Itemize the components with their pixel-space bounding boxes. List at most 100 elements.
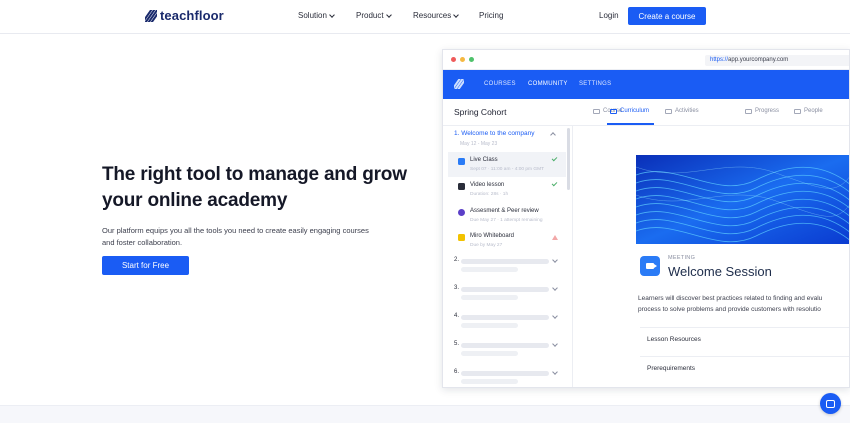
close-dot-icon — [451, 57, 456, 62]
app-tab-courses[interactable]: COURSES — [484, 81, 516, 87]
lesson-video[interactable]: Video lesson Duration: 28s · 1h — [448, 177, 566, 202]
course-icon — [593, 108, 600, 114]
accordion-lesson-resources[interactable]: Lesson Resources — [640, 327, 849, 351]
create-course-button[interactable]: Create a course — [628, 7, 706, 25]
description-line: process to solve problems and provide cu… — [638, 306, 821, 313]
lesson-meta: Duration: 28s · 1h — [470, 192, 509, 197]
divider — [572, 126, 573, 387]
tab-curriculum-label: Curriculum — [620, 108, 650, 114]
module-1-date: May 12 - May 23 — [460, 141, 498, 147]
lesson-meta: Sept 07 · 11:00 am - 4:00 pm GMT — [470, 167, 545, 172]
lesson-assessment[interactable]: Assesment & Peer review Due May 27 · 1 a… — [448, 203, 566, 228]
tab-progress-label: Progress — [755, 108, 780, 114]
activities-icon — [665, 108, 672, 114]
next-section-band — [0, 405, 850, 423]
start-free-button[interactable]: Start for Free — [102, 256, 189, 275]
people-icon — [794, 108, 801, 114]
nav-pricing-label: Pricing — [479, 11, 504, 20]
session-description: Learners will discover best practices re… — [638, 293, 849, 315]
nav-solution-label: Solution — [298, 11, 327, 20]
module-row[interactable]: 4. — [454, 313, 566, 333]
warning-icon — [552, 235, 558, 240]
checkmark-icon — [551, 155, 558, 162]
maximize-dot-icon — [469, 57, 474, 62]
lesson-live-class[interactable]: Live Class Sept 07 · 11:00 am - 4:00 pm … — [448, 152, 566, 177]
url-bar: https://app.yourcompany.com — [705, 55, 849, 66]
module-row[interactable]: 3. — [454, 285, 566, 305]
lesson-meta: Due by May 27 — [470, 243, 503, 248]
nav-solution[interactable]: Solution — [298, 11, 335, 20]
accordion-label: Lesson Resources — [647, 336, 701, 343]
hero-subtitle: Our platform equips you all the tools yo… — [102, 226, 369, 247]
lesson-name: Video lesson — [470, 182, 505, 188]
chat-support-button[interactable] — [820, 393, 841, 414]
logo-text: teachfloor — [160, 8, 224, 23]
zoom-meeting-icon — [640, 256, 660, 276]
top-nav: teachfloor Solution Product Resources Pr… — [0, 0, 850, 34]
nav-product-label: Product — [356, 11, 384, 20]
nav-pricing[interactable]: Pricing — [479, 11, 503, 20]
app-preview-mockup: https://app.yourcompany.com COURSES COMM… — [442, 49, 850, 388]
tab-curriculum[interactable]: Curriculum — [610, 108, 649, 114]
video-camera-icon — [458, 158, 465, 165]
session-banner-image — [636, 155, 849, 244]
module-number: 2. — [454, 257, 460, 263]
chevron-down-icon — [385, 11, 392, 18]
hero-title: The right tool to manage and grow your o… — [102, 164, 407, 211]
chevron-down-icon — [552, 285, 558, 291]
url-scheme: https:// — [710, 57, 729, 63]
cohort-title: Spring Cohort — [454, 107, 507, 117]
module-number: 4. — [454, 313, 460, 319]
login-link[interactable]: Login — [599, 11, 619, 20]
description-line: Learners will discover best practices re… — [638, 295, 823, 302]
curriculum-icon — [610, 108, 617, 114]
tab-activities-label: Activities — [675, 108, 699, 114]
app-tab-community[interactable]: COMMUNITY — [528, 81, 568, 87]
nav-resources[interactable]: Resources — [413, 11, 460, 20]
url-host: app.yourcompany.com — [728, 57, 789, 63]
chevron-down-icon — [552, 341, 558, 347]
globe-icon — [458, 209, 465, 216]
chevron-down-icon — [552, 257, 558, 263]
curriculum-scrollbar[interactable] — [567, 128, 570, 190]
progress-icon — [745, 108, 752, 114]
module-row[interactable]: 6. — [454, 369, 566, 387]
chevron-down-icon — [552, 313, 558, 319]
teachfloor-logo[interactable]: teachfloor — [145, 8, 224, 23]
divider — [443, 125, 849, 126]
module-1-title[interactable]: 1. Welcome to the company — [454, 130, 534, 137]
module-number: 3. — [454, 285, 460, 291]
tab-people[interactable]: People — [794, 108, 823, 114]
miro-icon — [458, 234, 465, 241]
tab-activities[interactable]: Activities — [665, 108, 699, 114]
accordion-prerequirements[interactable]: Prerequirements — [640, 356, 849, 380]
tab-people-label: People — [804, 108, 823, 114]
module-row[interactable]: 5. — [454, 341, 566, 361]
lesson-miro[interactable]: Miro Whiteboard Due by May 27 — [448, 228, 566, 253]
lesson-name: Live Class — [470, 157, 498, 163]
login-label: Login — [599, 11, 619, 20]
module-row[interactable]: 2. — [454, 257, 566, 277]
browser-chrome: https://app.yourcompany.com — [443, 50, 849, 70]
minimize-dot-icon — [460, 57, 465, 62]
checkmark-icon — [551, 180, 558, 187]
chat-icon — [826, 399, 835, 408]
chevron-up-icon[interactable] — [550, 132, 556, 138]
session-title: Welcome Session — [668, 264, 772, 279]
app-tab-settings[interactable]: SETTINGS — [579, 81, 611, 87]
chevron-down-icon — [453, 11, 460, 18]
logo-icon — [145, 9, 157, 22]
app-logo-icon — [454, 79, 464, 89]
lesson-meta: Due May 27 · 1 attempt remaining — [470, 218, 543, 223]
nav-product[interactable]: Product — [356, 11, 392, 20]
module-number: 5. — [454, 341, 460, 347]
nav-resources-label: Resources — [413, 11, 452, 20]
accordion-label: Prerequirements — [647, 365, 696, 372]
film-icon — [458, 183, 465, 190]
chevron-down-icon — [329, 11, 335, 18]
lesson-name: Miro Whiteboard — [470, 233, 515, 239]
lesson-name: Assesment & Peer review — [470, 208, 539, 214]
tab-progress[interactable]: Progress — [745, 108, 779, 114]
app-header: COURSES COMMUNITY SETTINGS — [443, 70, 849, 99]
chevron-down-icon — [552, 369, 558, 375]
